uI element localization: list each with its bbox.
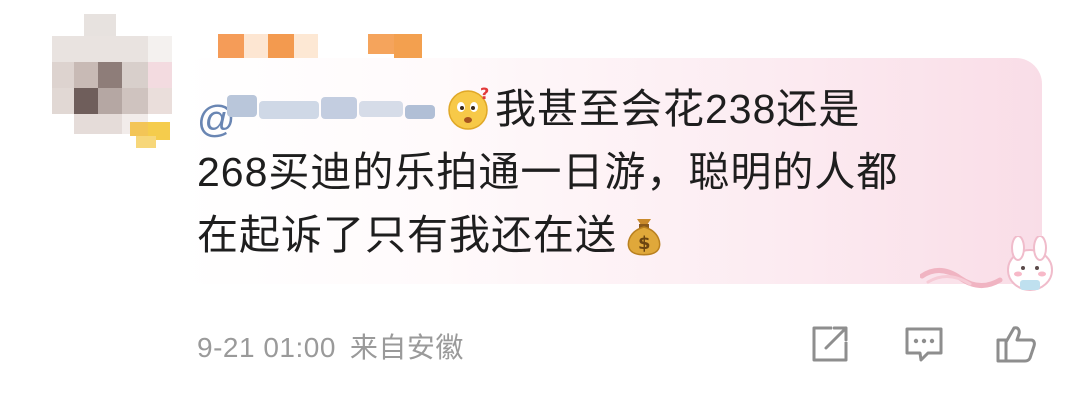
comment-button[interactable]: [902, 322, 946, 366]
share-icon: [812, 326, 848, 362]
comment-line-2: 268买迪的乐拍通一日游，聪明的人都: [197, 149, 899, 195]
comment-line-3: 在起诉了只有我还在送 $: [197, 204, 997, 267]
mention-user[interactable]: @: [197, 85, 447, 141]
share-button[interactable]: [808, 322, 852, 366]
avatar[interactable]: [52, 14, 172, 148]
svg-text:?: ?: [480, 85, 490, 103]
confused-face-icon: ?: [447, 84, 493, 131]
like-button[interactable]: [994, 322, 1038, 366]
comment-icon: [905, 327, 943, 362]
comment-location: 来自安徽: [349, 332, 464, 363]
comment-time: 9-21 01:00: [197, 332, 336, 363]
money-bag-icon: $: [621, 211, 667, 257]
comment-meta: 9-21 01:00 来自安徽: [197, 326, 478, 366]
comment-text: @ ? 我甚至会花238还是 268买迪的乐拍通一日游，聪明的人都 在起诉了只有…: [197, 78, 997, 267]
comment-line-1: @ ? 我甚至会花238还是: [197, 78, 997, 141]
svg-text:$: $: [638, 233, 652, 254]
thumbs-up-icon: [996, 326, 1036, 363]
